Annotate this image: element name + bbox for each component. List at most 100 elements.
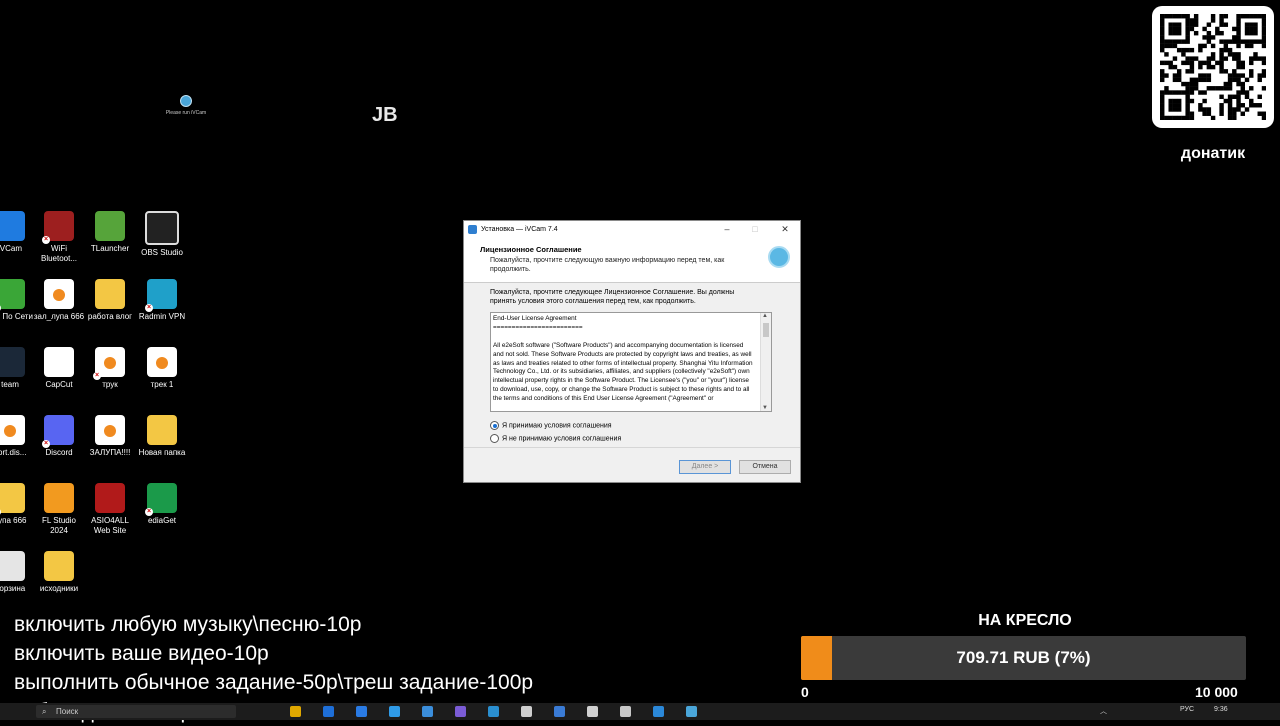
app-icon [147,415,177,445]
eula-scrollbar[interactable]: ▲ ▼ [760,313,771,411]
eula-textbox[interactable]: End-User License Agreement =============… [490,312,772,412]
qr-module [1168,30,1173,36]
qr-module [1160,35,1165,40]
ivcam-notice[interactable]: Please run iVCam [163,95,209,116]
qr-module [1240,39,1245,44]
qr-module [1160,111,1165,116]
dialog-header: Лицензионное Соглашение Пожалуйста, проч… [464,238,800,283]
desktop-icon[interactable]: CapCut [33,347,85,390]
desktop-icon[interactable]: port.dis... [0,415,36,458]
desktop-icon[interactable]: трек 1 [136,347,188,390]
tray-chevron-icon[interactable]: ︿ [1100,706,1107,716]
taskbar-search[interactable]: ⌕ Поиск [36,705,236,718]
desktop-icon[interactable]: × трук [84,347,136,390]
desktop-icon[interactable]: × Radmin VPN [136,279,188,322]
desktop-icon[interactable]: team [0,347,36,390]
taskbar-app-icon[interactable] [554,706,565,717]
desktop-icon[interactable]: OBS Studio [136,211,188,258]
desktop-icon-label: Discord [45,448,73,457]
qr-module [1232,52,1237,57]
desktop-icon[interactable]: × WiFi Bluetoot... [33,211,85,264]
desktop-icon[interactable]: ASIO4ALL Web Site [84,483,136,536]
qr-module [1160,22,1165,27]
desktop-icon[interactable]: ×гры По Сети [0,279,36,322]
qr-module [1189,115,1195,120]
qr-module [1236,107,1241,112]
taskbar-app-icon[interactable] [686,706,697,717]
app-icon: × [93,347,125,380]
taskbar-app-icon[interactable] [323,706,334,717]
desktop-icon-label: TLauncher [90,244,130,253]
taskbar-app-icon[interactable] [521,706,532,717]
taskbar-app-icon[interactable] [422,706,433,717]
qr-module [1160,107,1165,112]
language-indicator[interactable]: РУС [1180,706,1194,713]
desktop-icon[interactable]: зал_лупа 666 [33,279,85,322]
desktop-icon[interactable]: FL Studio 2024 [33,483,85,536]
desktop-icon[interactable]: ЗАЛУПА!!!! [84,415,136,458]
qr-module [1181,47,1186,53]
desktop-icon-label: Корзина [0,584,26,593]
qr-module [1249,14,1254,19]
qr-module [1202,60,1207,66]
goal-title: НА КРЕСЛО [978,612,1072,629]
sync-error-icon: × [42,440,50,448]
scrollbar-thumb[interactable] [763,323,769,337]
ivcam-notice-label: Please run iVCam [165,110,207,116]
minimize-icon[interactable]: – [720,223,734,235]
taskbar-app-icon[interactable] [356,706,367,717]
taskbar-app-icon[interactable] [488,706,499,717]
qr-module [1227,73,1233,78]
desktop-icon[interactable]: TLauncher [84,211,136,254]
app-icon: × [0,279,25,312]
scroll-down-icon[interactable]: ▼ [762,405,768,411]
taskbar-app-icon[interactable] [587,706,598,717]
qr-module [1168,22,1173,27]
desktop-icon[interactable]: × Discord [33,415,85,458]
desktop-icon[interactable]: ×лупа 666 [0,483,36,526]
qr-module [1176,115,1182,120]
taskbar-app-icon[interactable] [455,706,466,717]
desktop-icon[interactable]: Новая папка [136,415,188,458]
qr-module [1198,90,1203,95]
qr-module [1210,56,1216,61]
decline-radio[interactable]: Я не принимаю условия соглашения [490,434,621,443]
taskbar-app-icon[interactable] [290,706,301,717]
qr-module [1232,77,1237,83]
qr-module [1210,14,1216,19]
qr-module [1185,60,1190,66]
qr-module [1202,107,1207,112]
qr-module [1236,30,1241,36]
qr-module [1164,39,1169,44]
desktop-icon[interactable]: × ediaGet [136,483,188,526]
dialog-titlebar[interactable]: Установка — iVCam 7.4 – □ ✕ [464,221,800,238]
desktop-icon[interactable]: iVCam [0,211,36,254]
qr-module [1160,69,1165,74]
qr-module [1236,39,1241,44]
next-button[interactable]: Далее > [679,460,731,474]
qr-module [1227,47,1233,53]
qr-module [1202,43,1207,49]
taskbar-app-icon[interactable] [653,706,664,717]
desktop-icon-label: Radmin VPN [138,312,186,321]
qr-module [1206,22,1212,27]
scroll-up-icon[interactable]: ▲ [762,313,768,319]
accept-radio[interactable]: Я принимаю условия соглашения [490,421,612,430]
taskbar-app-icon[interactable] [389,706,400,717]
qr-module [1240,111,1245,116]
desktop-icon-label: зал_лупа 666 [33,312,85,321]
clock[interactable]: 9:36 [1214,706,1228,713]
decline-label: Я не принимаю условия соглашения [502,435,622,443]
qr-module [1244,26,1250,32]
desktop-icon[interactable]: Корзина [0,551,36,594]
desktop-icon-label: ediaGet [147,516,177,525]
desktop-icon[interactable]: работа влог [84,279,136,322]
qr-module [1185,86,1190,91]
cancel-button[interactable]: Отмена [739,460,791,474]
qr-module [1223,47,1229,53]
desktop-icon[interactable]: исходники [33,551,85,594]
close-icon[interactable]: ✕ [778,223,792,235]
qr-module [1172,115,1178,120]
qr-module [1176,26,1182,32]
taskbar-app-icon[interactable] [620,706,631,717]
